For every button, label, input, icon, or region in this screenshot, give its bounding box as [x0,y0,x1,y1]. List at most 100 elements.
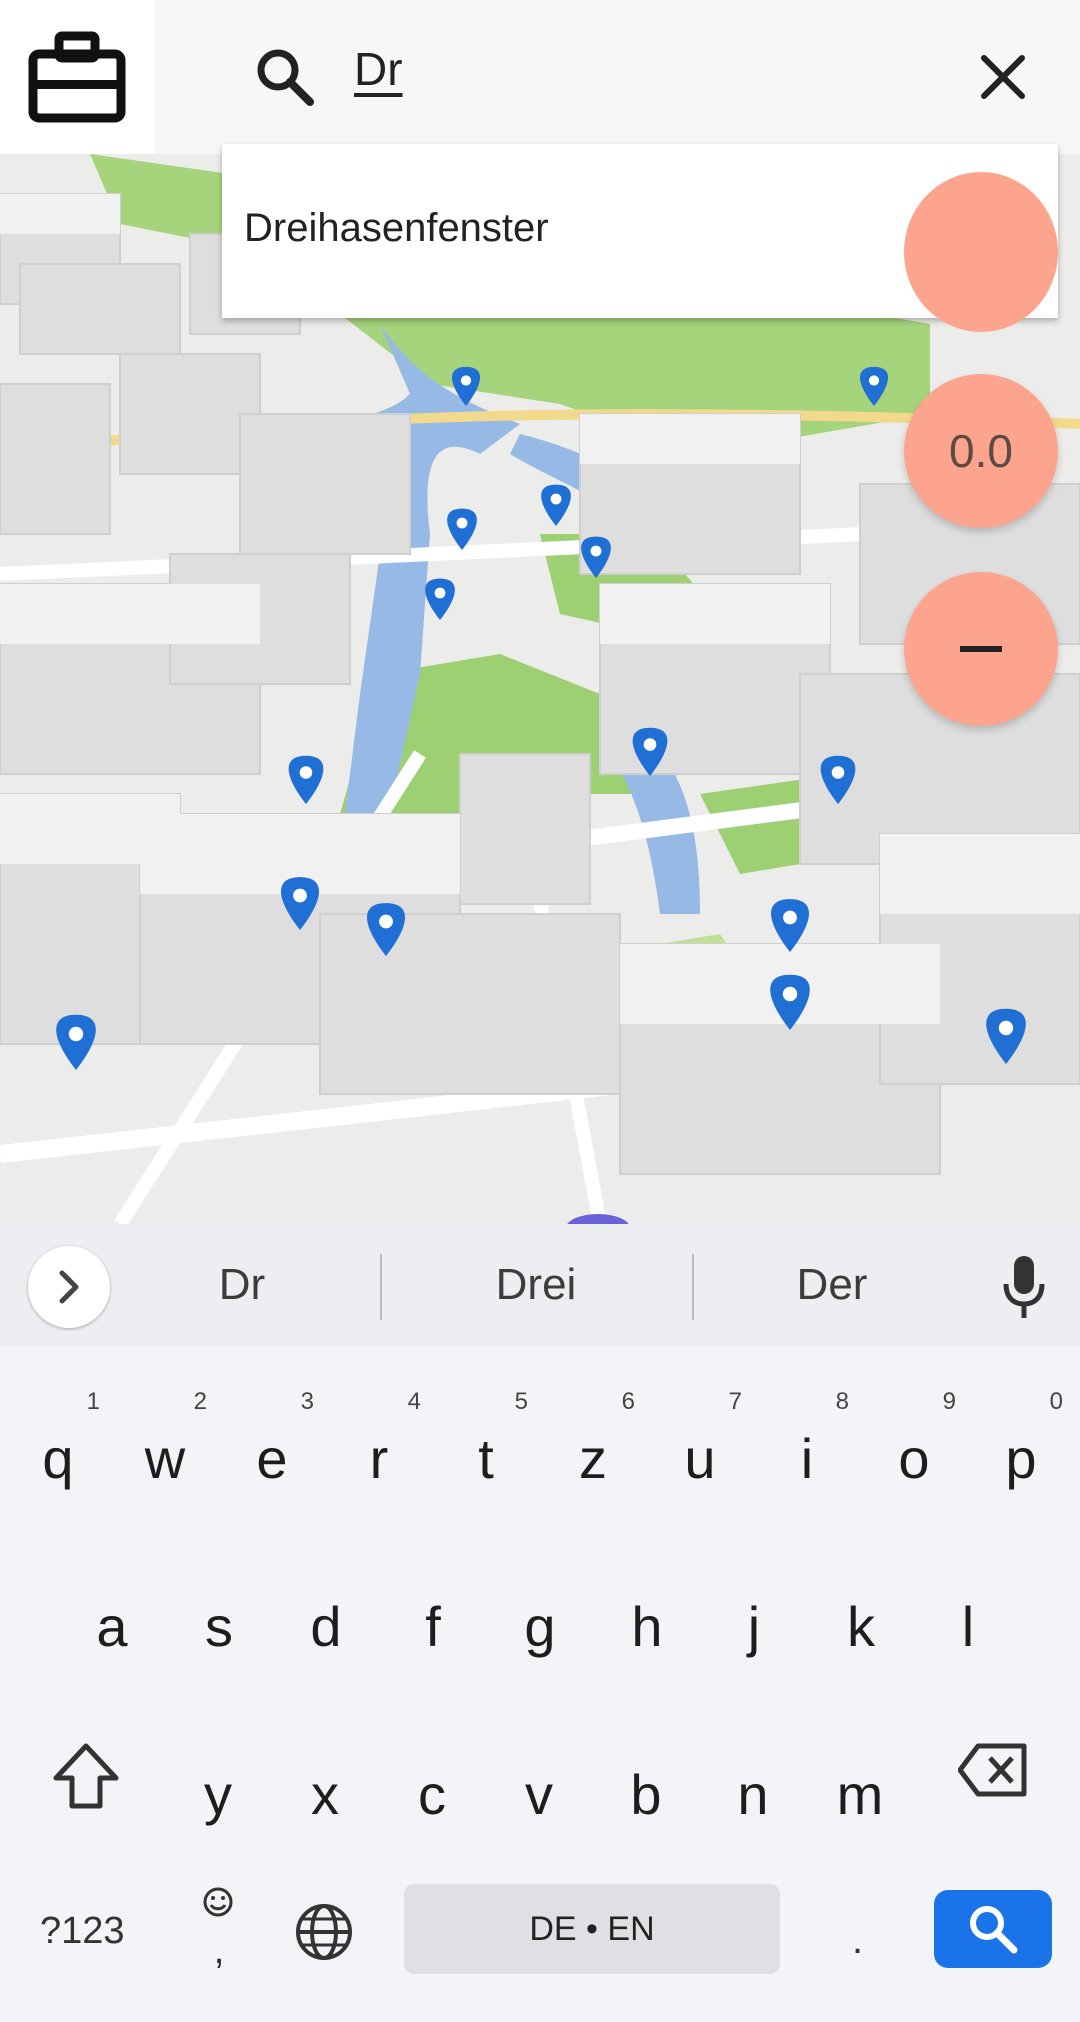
search-bar: Dr [0,0,1080,154]
key-label: f [425,1595,441,1658]
key-label: g [524,1595,556,1658]
briefcase-icon [28,31,126,123]
map-pin-dot [868,375,880,386]
key-label: b [630,1763,662,1826]
value-display-button[interactable]: 0.0 [904,374,1058,528]
microphone-icon[interactable] [998,1254,1050,1320]
key-l[interactable]: l [918,1528,1018,1678]
minus-icon [960,646,1002,652]
space-bar-label: DE • EN [529,1909,655,1948]
key-a[interactable]: a [62,1528,162,1678]
key-label: o [898,1427,930,1490]
search-icon[interactable] [254,46,316,108]
word-suggestion[interactable]: Drei [436,1260,636,1310]
search-icon [970,1906,1018,1954]
key-label: m [836,1763,884,1826]
key-m[interactable]: m [810,1696,910,1846]
key-hint: 3 [300,1388,314,1415]
key-hint: 4 [407,1388,421,1415]
key-label: z [579,1427,607,1490]
key-d[interactable]: d [276,1528,376,1678]
map-pin-dot [998,1020,1014,1036]
key-label: h [631,1595,663,1658]
key-label: r [369,1427,389,1490]
search-input[interactable]: Dr [354,42,403,96]
key-x[interactable]: x [275,1696,375,1846]
key-label: d [310,1595,342,1658]
map-pin-dot [831,766,845,779]
search-action-key[interactable] [934,1890,1052,1968]
key-g[interactable]: g [490,1528,590,1678]
key-r[interactable]: r4 [329,1360,429,1510]
key-f[interactable]: f [383,1528,483,1678]
key-label: y [204,1763,232,1826]
key-label: p [1005,1427,1037,1490]
key-hint: 7 [728,1388,742,1415]
key-label: k [847,1595,875,1658]
key-label: l [961,1595,975,1658]
key-e[interactable]: e3 [222,1360,322,1510]
key-n[interactable]: n [703,1696,803,1846]
key-s[interactable]: s [169,1528,269,1678]
map-pin-dot [293,888,307,903]
key-j[interactable]: j [704,1528,804,1678]
key-label: t [478,1427,494,1490]
key-o[interactable]: o9 [864,1360,964,1510]
key-y[interactable]: y [168,1696,268,1846]
key-c[interactable]: c [382,1696,482,1846]
key-z[interactable]: z6 [543,1360,643,1510]
key-hint: 8 [835,1388,849,1415]
key-label: q [42,1427,74,1490]
key-w[interactable]: w2 [115,1360,215,1510]
key-p[interactable]: p0 [971,1360,1071,1510]
key-v[interactable]: v [489,1696,589,1846]
key-label: i [800,1427,814,1490]
globe-icon[interactable] [294,1902,354,1962]
map-pin-dot [299,766,313,779]
divider [380,1254,382,1320]
key-k[interactable]: k [811,1528,911,1678]
map-pin-dot [379,914,393,929]
key-b[interactable]: b [596,1696,696,1846]
key-label: v [525,1763,553,1826]
period-key[interactable]: . [852,1918,863,1963]
map-pin-dot [550,493,562,505]
key-h[interactable]: h [597,1528,697,1678]
word-suggestion[interactable]: Der [732,1260,932,1310]
key-t[interactable]: t5 [436,1360,536,1510]
zoom-out-button[interactable] [904,572,1058,726]
map-pin-dot [782,986,798,1002]
word-suggestion[interactable]: Dr [142,1260,342,1310]
key-u[interactable]: u7 [650,1360,750,1510]
value-display: 0.0 [949,425,1013,477]
key-hint: 0 [1049,1388,1063,1415]
key-label: j [747,1595,761,1658]
map-pin-dot [68,1026,84,1042]
map-pin-dot [456,517,468,529]
comma-key[interactable]: , [204,1928,234,1973]
map-control-button[interactable] [904,172,1058,332]
shift-icon[interactable] [50,1740,122,1812]
key-i[interactable]: i8 [757,1360,857,1510]
key-label: u [684,1427,716,1490]
key-hint: 2 [193,1388,207,1415]
chevron-right-icon [59,1270,79,1304]
key-q[interactable]: q1 [8,1360,108,1510]
symbols-key[interactable]: ?123 [40,1910,125,1953]
backspace-icon[interactable] [958,1742,1028,1798]
close-icon[interactable] [970,44,1036,110]
emoji-icon [203,1887,233,1917]
map-pin-dot [590,545,602,557]
map-pin-dot [643,738,657,751]
briefcase-button[interactable] [0,0,154,154]
expand-button[interactable] [28,1246,110,1328]
key-hint: 6 [621,1388,635,1415]
suggestion-item[interactable]: Dreihasenfenster [244,206,549,251]
key-hint: 1 [86,1388,100,1415]
map-pin-dot [783,910,797,925]
key-label: n [737,1763,769,1826]
divider [692,1254,694,1320]
space-bar[interactable]: DE • EN [404,1884,780,1974]
key-hint: 9 [942,1388,956,1415]
map-pin-dot [434,587,446,599]
